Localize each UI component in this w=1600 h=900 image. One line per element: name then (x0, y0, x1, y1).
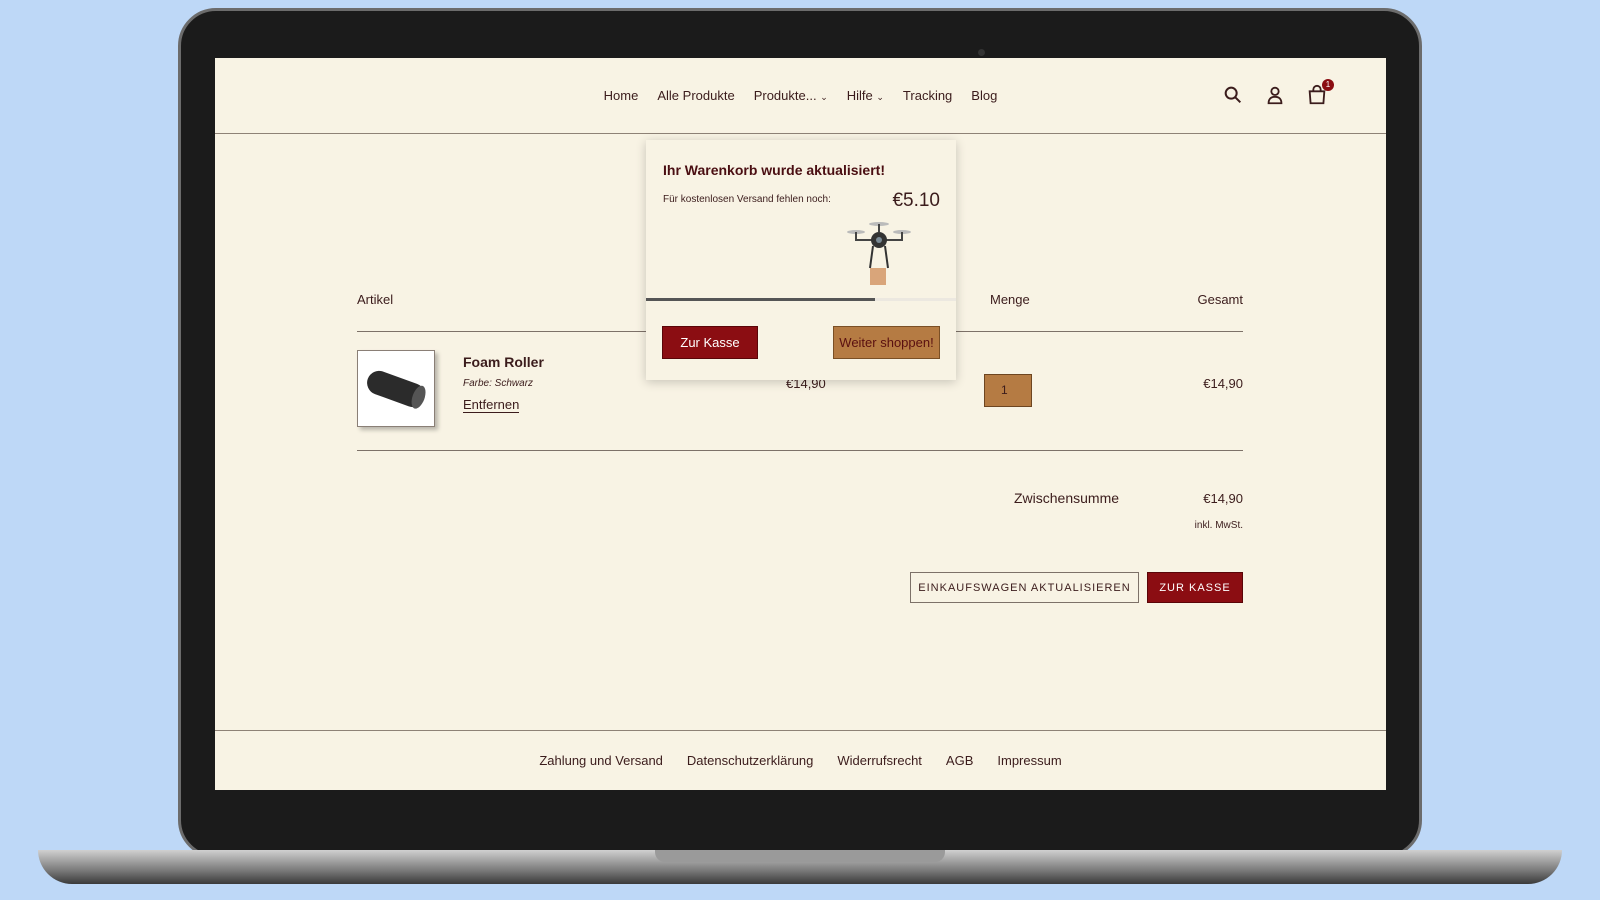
cart-button[interactable]: 1 (1306, 79, 1334, 111)
drone-icon (847, 222, 911, 285)
line-total: €14,90 (1203, 376, 1243, 391)
chevron-down-icon: ⌄ (876, 92, 884, 102)
tax-note: inkl. MwSt. (1194, 520, 1243, 531)
quantity-input[interactable]: 1 (984, 374, 1032, 407)
nav-products-label: Produkte... (753, 88, 817, 103)
nav-tracking[interactable]: Tracking (903, 88, 952, 103)
cart-count-badge: 1 (1322, 79, 1334, 91)
chevron-down-icon: ⌄ (820, 92, 828, 102)
update-cart-button[interactable]: EINKAUFSWAGEN AKTUALISIEREN (910, 572, 1139, 603)
checkout-button[interactable]: ZUR KASSE (1147, 572, 1243, 603)
popup-title: Ihr Warenkorb wurde aktualisiert! (663, 162, 885, 178)
account-icon[interactable] (1264, 84, 1286, 106)
footer-link-withdrawal[interactable]: Widerrufsrecht (837, 753, 922, 768)
subtotal-label: Zwischensumme (1014, 490, 1120, 506)
shipping-progress-fill (646, 298, 876, 301)
screen: Home Alle Produkte Produkte... ⌄ Hilfe ⌄… (215, 58, 1386, 790)
continue-shopping-button[interactable]: Weiter shoppen! (833, 326, 940, 359)
product-image[interactable] (357, 350, 435, 427)
nav-all-products[interactable]: Alle Produkte (657, 88, 734, 103)
footer-link-privacy[interactable]: Datenschutzerklärung (687, 753, 813, 768)
header: Home Alle Produkte Produkte... ⌄ Hilfe ⌄… (215, 58, 1386, 134)
shipping-progress-bar (646, 298, 956, 301)
footer: Zahlung und Versand Datenschutzerklärung… (215, 730, 1386, 790)
header-item: Artikel (357, 292, 394, 307)
nav-home[interactable]: Home (604, 88, 639, 103)
nav-products[interactable]: Produkte... ⌄ (754, 88, 828, 103)
remove-link[interactable]: Entfernen (463, 397, 520, 413)
header-total: Gesamt (1197, 292, 1243, 307)
product-variant: Farbe: Schwarz (463, 378, 534, 389)
nav-blog[interactable]: Blog (971, 88, 997, 103)
nav-help-label: Hilfe (846, 88, 873, 103)
foam-roller-image (367, 370, 426, 409)
subtotal-value: €14,90 (1203, 491, 1243, 506)
header-qty: Menge (990, 292, 1030, 307)
divider (357, 450, 1243, 451)
search-icon[interactable] (1222, 84, 1244, 106)
laptop-notch (655, 850, 945, 862)
footer-link-imprint[interactable]: Impressum (997, 753, 1061, 768)
main-nav: Home Alle Produkte Produkte... ⌄ Hilfe ⌄… (215, 88, 1386, 103)
footer-link-terms[interactable]: AGB (946, 753, 973, 768)
product-name[interactable]: Foam Roller (463, 354, 544, 370)
nav-help[interactable]: Hilfe ⌄ (847, 88, 884, 103)
popup-checkout-button[interactable]: Zur Kasse (662, 326, 758, 359)
remaining-amount: €5.10 (892, 190, 940, 211)
footer-link-payment[interactable]: Zahlung und Versand (539, 753, 663, 768)
shipping-text: Für kostenlosen Versand fehlen noch: (663, 194, 831, 205)
camera (978, 49, 985, 56)
cart-updated-popup: Ihr Warenkorb wurde aktualisiert! Für ko… (646, 140, 956, 380)
